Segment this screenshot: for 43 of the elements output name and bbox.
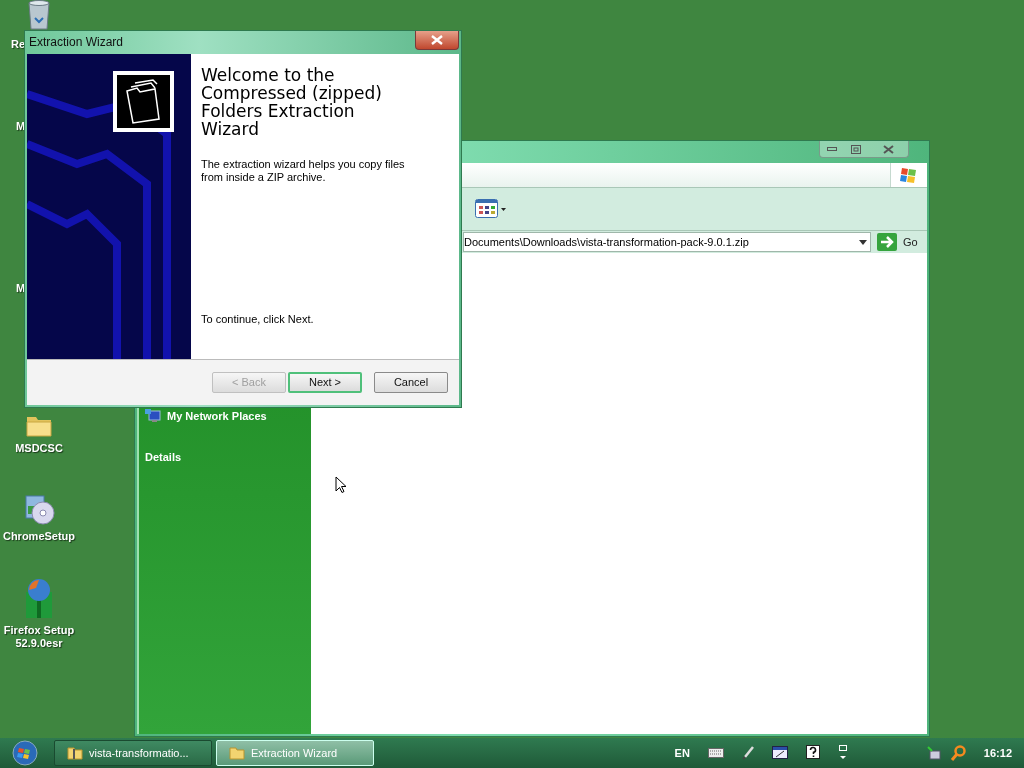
wizard-button[interactable]: Next > xyxy=(288,371,362,393)
address-field[interactable]: Documents\Downloads\vista-transformation-pack-9.0.1.zip xyxy=(463,232,871,252)
pad-icon[interactable] xyxy=(771,746,788,760)
maximize-icon xyxy=(851,144,861,154)
language-indicator[interactable]: EN xyxy=(674,747,690,759)
close-icon xyxy=(882,144,894,154)
wizard-instruction: To continue, click Next. xyxy=(201,312,315,325)
views-icon[interactable] xyxy=(475,199,507,219)
minimize-icon xyxy=(827,147,837,151)
wizard-button[interactable]: Cancel xyxy=(374,371,448,393)
close-icon xyxy=(431,35,443,45)
trash-icon xyxy=(25,0,53,30)
sidebar-link[interactable]: My Network Places xyxy=(167,410,267,422)
dropdown-arrow-icon[interactable] xyxy=(859,239,867,245)
window-title: Extraction Wizard xyxy=(29,35,124,50)
installer-globe-icon xyxy=(23,576,55,620)
desktop-icon-label[interactable]: Firefox Setup 52.9.0esr xyxy=(0,624,78,650)
installer-disc-icon xyxy=(22,492,56,526)
restore-bar-icon[interactable] xyxy=(837,745,848,761)
desktop-icon-label[interactable]: MSDCSC xyxy=(15,442,63,455)
desktop-icon-label[interactable]: ChromeSetup xyxy=(2,530,76,543)
pen-icon[interactable] xyxy=(741,746,754,760)
wizard-description: The extraction wizard helps you copy files from inside a ZIP archive. xyxy=(201,157,406,184)
network-computer-icon xyxy=(145,409,161,423)
keyboard-icon[interactable] xyxy=(707,748,724,758)
wizard-heading: Welcome to the Compressed (zipped) Folders Extraction Wizard xyxy=(201,65,383,138)
zip-folder-icon xyxy=(67,746,83,760)
desktop-icon-label: Re xyxy=(11,38,26,51)
help-icon[interactable] xyxy=(805,745,820,761)
folder-icon xyxy=(229,746,245,760)
windows-flag-icon xyxy=(899,166,919,184)
close-button[interactable] xyxy=(415,31,459,50)
search-icon[interactable] xyxy=(949,745,966,761)
network-status-icon[interactable] xyxy=(925,745,942,761)
mouse-cursor-icon xyxy=(335,476,347,494)
desktop-icon-label: M xyxy=(16,120,26,132)
details-heading[interactable]: Details xyxy=(145,451,303,463)
go-arrow-icon xyxy=(877,233,897,251)
clock[interactable]: 16:12 xyxy=(983,747,1012,759)
go-button[interactable]: Go xyxy=(877,233,918,251)
start-button[interactable] xyxy=(10,739,40,767)
taskbar-button[interactable]: vista-transformatio... xyxy=(54,740,212,766)
desktop-icon-label: M xyxy=(16,282,26,294)
